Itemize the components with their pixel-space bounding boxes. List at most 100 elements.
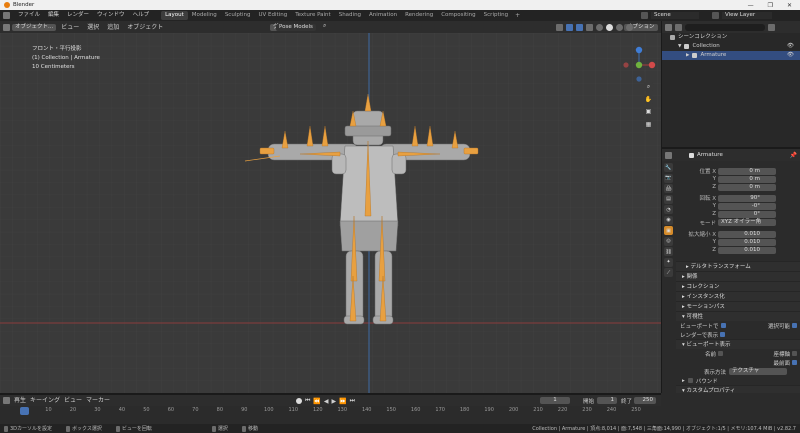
close-button[interactable]: ✕ [787,2,792,9]
keying-menu[interactable]: キーイング [30,396,60,405]
tool-settings-tab-icon[interactable]: 🔧 [664,163,673,172]
rotation-z-field[interactable]: 0° [718,210,776,218]
minimize-button[interactable]: — [748,2,754,9]
workspace-tab[interactable]: Animation [365,11,401,20]
selectable-checkbox[interactable] [792,323,797,328]
object-menu[interactable]: オブジェクト [124,23,166,32]
world-tab-icon[interactable]: ◉ [664,215,673,225]
delta-transform-section[interactable]: ▸ デルタトランスフォーム [676,261,800,271]
motion-paths-section[interactable]: ▸ モーションパス [676,301,800,311]
menu-item[interactable]: レンダー [63,11,93,20]
menu-item[interactable]: ファイル [14,11,44,20]
maximize-button[interactable]: ❐ [768,2,773,9]
show-in-viewports-checkbox[interactable] [720,323,726,328]
workspace-tab[interactable]: Rendering [401,11,437,20]
collection-row[interactable]: ▼ Collection 👁 [670,42,800,51]
outliner-editor-icon[interactable] [665,23,672,31]
playback-menu[interactable]: 再生 [14,396,26,405]
show-in-renders-checkbox[interactable] [720,332,726,337]
bounds-checkbox[interactable] [687,378,693,383]
collection-filter-dropdown[interactable]: Pose Models [276,23,316,31]
armature-model[interactable] [240,66,500,331]
end-frame-field[interactable]: 250 [634,397,656,404]
relations-section[interactable]: ▸ 関係 [676,271,800,281]
zoom-icon[interactable]: ⌕ [643,81,654,92]
location-x-field[interactable]: 0 m [718,167,776,175]
scene-collection-row[interactable]: シーンコレクション [670,33,800,42]
material-shading-icon[interactable] [616,23,623,31]
3d-viewport[interactable]: オブジェクト... ビュー 選択 追加 オブジェクト グロー... Pose M… [0,21,661,393]
menu-item[interactable]: ウィンドウ [93,11,129,20]
wireframe-shading-icon[interactable] [596,23,603,31]
render-tab-icon[interactable]: 📷 [664,173,673,183]
workspace-tab[interactable]: Modeling [188,11,221,20]
bone-tab-icon[interactable]: ⟋ [664,268,673,277]
start-frame-field[interactable]: 1 [597,397,617,404]
viewport-editor-icon[interactable] [3,23,10,31]
location-y-field[interactable]: 0 m [718,175,776,183]
pin-icon[interactable]: 📌 [790,152,797,159]
overlay-toggle-icon[interactable] [576,23,583,31]
scale-y-field[interactable]: 0.010 [718,238,776,246]
search-icon[interactable]: ⌕ [323,22,326,30]
workspace-tab[interactable]: Sculpting [221,11,255,20]
add-menu[interactable]: 追加 [104,23,122,32]
mode-dropdown[interactable]: オブジェクト... [12,23,57,31]
add-workspace-button[interactable]: + [515,12,520,19]
armature-row[interactable]: ▶ Armature 👁 [662,51,800,60]
timeline-view-menu[interactable]: ビュー [64,396,82,405]
constraints-tab-icon[interactable]: ⛓ [664,247,673,256]
navigation-gizmo[interactable] [620,45,658,85]
collections-section[interactable]: ▸ コレクション [676,281,800,291]
instancing-section[interactable]: ▸ インスタンス化 [676,291,800,301]
solid-shading-icon[interactable] [606,23,613,31]
menu-item[interactable]: 編集 [44,11,63,20]
display-as-dropdown[interactable]: テクスチャ [729,368,787,375]
rotation-mode-dropdown[interactable]: XYZ オイラー角 [718,219,776,226]
rendered-shading-icon[interactable] [626,23,633,31]
output-tab-icon[interactable]: 🖨 [664,184,673,193]
location-z-field[interactable]: 0 m [718,183,776,191]
jump-key-back-icon[interactable]: ⏪ [313,398,320,405]
xray-icon[interactable] [586,23,593,31]
armature-visibility-icon[interactable]: 👁 [787,51,794,60]
play-icon[interactable]: ▶ [332,398,337,405]
collection-visibility-icon[interactable]: 👁 [787,42,794,51]
timeline-editor-icon[interactable] [3,397,10,404]
marker-menu[interactable]: マーカー [86,396,110,405]
gizmo-toggle-icon[interactable] [566,23,573,31]
filter-icon[interactable] [768,23,775,31]
workspace-tab[interactable]: Compositing [437,11,479,20]
scene-tab-icon[interactable]: ◔ [664,205,673,214]
view-layer-name[interactable]: View Layer [722,12,772,19]
ortho-toggle-icon[interactable]: ▦ [643,118,654,130]
visibility-section[interactable]: ▾ 可視性 [676,311,800,321]
play-reverse-icon[interactable]: ◀ [324,398,329,405]
jump-end-icon[interactable]: ⏭ [350,397,355,405]
physics-tab-icon[interactable]: ◎ [664,236,673,246]
workspace-tab[interactable]: Shading [335,11,365,20]
armature-data-tab-icon[interactable]: ✦ [664,257,673,267]
workspace-tab[interactable]: Texture Paint [291,11,335,20]
view-layer-tab-icon[interactable]: ▤ [664,194,673,204]
outliner-search-field[interactable] [685,23,765,31]
workspace-tab[interactable]: Scripting [480,11,512,20]
scale-x-field[interactable]: 0.010 [718,230,776,238]
workspace-tab[interactable]: Layout [161,11,188,20]
display-mode-icon[interactable] [675,23,682,31]
current-frame-field[interactable]: 1 [540,397,570,404]
pan-hand-icon[interactable]: ✋ [643,93,654,105]
show-axes-checkbox[interactable] [792,351,797,356]
editor-type-icon[interactable] [3,12,10,19]
workspace-tab[interactable]: UV Editing [255,11,292,20]
jump-key-forward-icon[interactable]: ⏩ [339,398,346,405]
jump-start-icon[interactable]: ⏮ [305,397,310,405]
scene-icon[interactable] [641,12,648,19]
scale-z-field[interactable]: 0.010 [718,246,776,254]
menu-item[interactable]: ヘルプ [129,11,154,20]
view-layer-icon[interactable] [712,12,719,19]
visibility-icon[interactable] [556,23,563,31]
in-front-checkbox[interactable] [792,360,797,365]
select-menu[interactable]: 選択 [84,23,102,32]
show-name-checkbox[interactable] [718,351,723,356]
